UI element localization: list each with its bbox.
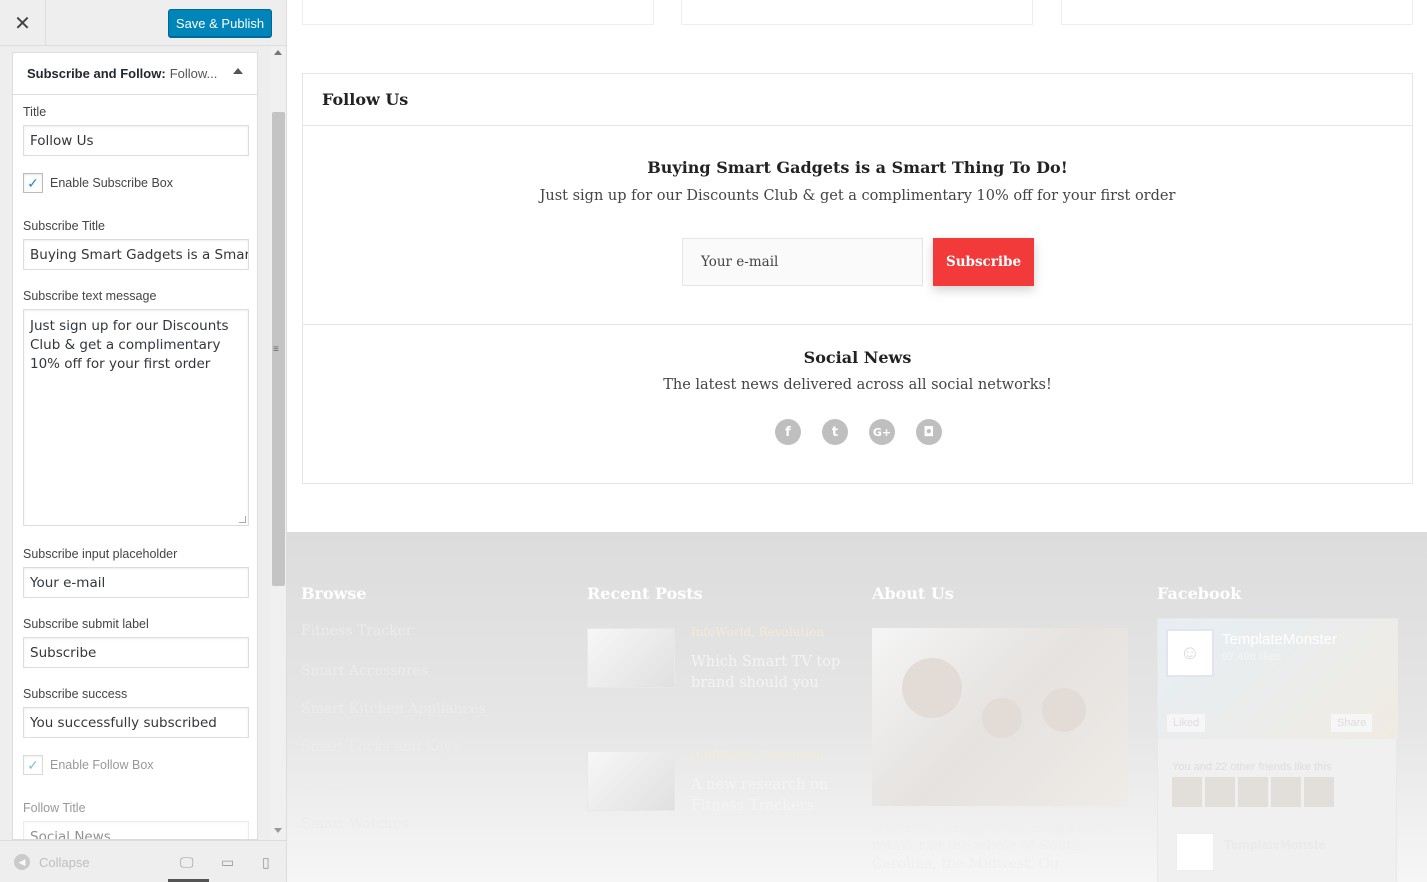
person-shape	[982, 698, 1022, 738]
top-card	[1061, 0, 1413, 25]
scroll-up-arrow-icon[interactable]	[274, 50, 282, 55]
about-us-image	[872, 628, 1128, 806]
collapse-arrow-icon: ◀	[14, 854, 30, 870]
post-thumbnail[interactable]	[587, 628, 675, 688]
friend-avatar[interactable]	[1238, 777, 1268, 807]
google-plus-icon[interactable]: G+	[869, 419, 895, 445]
top-card	[302, 0, 654, 25]
facebook-icon[interactable]: f	[775, 419, 801, 445]
friend-avatar[interactable]	[1205, 777, 1235, 807]
subscribe-text: Just sign up for our Discounts Club & ge…	[539, 188, 1176, 204]
submit-label-label: Subscribe submit label	[23, 617, 149, 631]
templatemonster-logo-icon[interactable]: ☺	[1166, 629, 1214, 677]
widget-title-bar[interactable]: Subscribe and Follow: Follow...	[13, 53, 257, 95]
customizer-header: ✕ Save & Publish	[0, 0, 286, 46]
top-card	[681, 0, 1033, 25]
post-category[interactable]: InfoWorld, Revolution	[691, 625, 824, 639]
title-input[interactable]: Follow Us	[23, 125, 249, 156]
subscribe-button[interactable]: Subscribe	[933, 238, 1034, 286]
enable-subscribe-label: Enable Subscribe Box	[50, 176, 173, 190]
about-us-heading: About Us	[872, 584, 954, 603]
facebook-widget: ☺ TemplateMonster 97,498 likes Liked Sha…	[1157, 618, 1398, 882]
site-footer: Browse Fitness Tracker Smart Accessores …	[287, 532, 1427, 882]
recent-posts-heading: Recent Posts	[587, 584, 703, 603]
facebook-page-name[interactable]: TemplateMonster	[1222, 631, 1337, 648]
save-publish-button[interactable]: Save & Publish	[168, 9, 272, 37]
person-shape	[902, 658, 962, 718]
enable-follow-checkbox[interactable]: ✓	[23, 755, 43, 775]
enable-subscribe-row[interactable]: ✓ Enable Subscribe Box	[23, 173, 173, 193]
subscribe-title: Buying Smart Gadgets is a Smart Thing To…	[647, 158, 1068, 177]
widget-panel: Subscribe and Follow: Follow... Title Fo…	[12, 52, 258, 840]
browse-link[interactable]: Smart Locks and Keys	[301, 739, 459, 755]
subscribe-text-textarea[interactable]: Just sign up for our Discounts Club & ge…	[23, 309, 249, 526]
post-title[interactable]: A new research on Fitness Trackers	[691, 775, 851, 817]
follow-title-label: Follow Title	[23, 801, 86, 815]
facebook-likes: 97,498 likes	[1222, 651, 1281, 663]
enable-follow-label: Enable Follow Box	[50, 758, 154, 772]
placeholder-input[interactable]: Your e-mail	[23, 567, 249, 598]
browse-link[interactable]: Smart Kitchen Appliances	[301, 701, 486, 717]
placeholder-label: Subscribe input placeholder	[23, 547, 178, 561]
checkmark-icon: ✓	[27, 174, 39, 191]
facebook-heading: Facebook	[1157, 584, 1242, 603]
scroll-down-arrow-icon[interactable]	[274, 828, 282, 833]
about-us-text: We are the biggest smart gadgets retaile…	[872, 820, 1112, 872]
success-label: Subscribe success	[23, 687, 128, 701]
divider	[303, 324, 1412, 325]
subscribe-text-value: Just sign up for our Discounts Club & ge…	[30, 318, 229, 372]
collapse-button[interactable]: ◀ Collapse	[14, 854, 90, 870]
twitter-icon[interactable]: t	[822, 419, 848, 445]
social-news-text: The latest news delivered across all soc…	[663, 377, 1052, 393]
collapse-caret-icon[interactable]	[233, 68, 243, 74]
facebook-page-name-2[interactable]: TemplateMonste	[1224, 837, 1326, 852]
post-title[interactable]: Which Smart TV top brand should you	[691, 652, 851, 694]
templatemonster-logo-icon[interactable]	[1176, 833, 1214, 871]
follow-us-heading: Follow Us	[303, 74, 1412, 126]
tablet-preview-icon[interactable]: ▭	[221, 854, 234, 871]
checkmark-icon: ✓	[27, 756, 39, 773]
browse-link[interactable]: Smart Accessores	[301, 663, 428, 679]
browse-link[interactable]: Fitness Tracker	[301, 623, 413, 639]
subscribe-text-label: Subscribe text message	[23, 289, 157, 303]
browse-heading: Browse	[301, 584, 367, 603]
email-input[interactable]: Your e-mail	[682, 238, 923, 286]
browse-link[interactable]: Smart Watches	[301, 816, 408, 832]
facebook-liked-button[interactable]: Liked	[1166, 713, 1207, 733]
collapse-label: Collapse	[39, 854, 90, 870]
success-input[interactable]: You successfully subscribed	[23, 707, 249, 738]
widget-subtitle: Follow...	[169, 66, 218, 81]
follow-us-widget: Follow Us Buying Smart Gadgets is a Smar…	[302, 73, 1413, 484]
mobile-preview-icon[interactable]: ▯	[262, 854, 270, 871]
sidebar-resize-handle-icon[interactable]: ≡	[273, 344, 279, 355]
friend-avatar[interactable]	[1172, 777, 1202, 807]
follow-title-input[interactable]: Social News	[23, 821, 249, 839]
instagram-icon[interactable]: ◘	[916, 419, 942, 445]
resize-grip-icon[interactable]	[239, 516, 246, 523]
facebook-share-button[interactable]: Share	[1330, 713, 1374, 733]
post-category[interactable]: InfoWorld, Revolution	[691, 748, 824, 762]
customizer-footer: ◀ Collapse 🖵 ▭ ▯	[0, 840, 286, 882]
post-thumbnail[interactable]	[587, 751, 675, 811]
close-icon: ✕	[14, 12, 31, 35]
subscribe-title-input[interactable]: Buying Smart Gadgets is a Smart	[23, 239, 249, 270]
widget-title: Subscribe and Follow:	[27, 66, 166, 81]
desktop-preview-icon[interactable]: 🖵	[180, 854, 194, 871]
title-label: Title	[23, 105, 47, 119]
friend-avatar[interactable]	[1271, 777, 1301, 807]
subscribe-title-label: Subscribe Title	[23, 219, 105, 233]
close-button[interactable]: ✕	[0, 0, 46, 46]
browse-link[interactable]: Smart TVs	[301, 778, 376, 794]
customizer-sidebar: ✕ Save & Publish Subscribe and Follow: F…	[0, 0, 287, 882]
enable-follow-row[interactable]: ✓ Enable Follow Box	[23, 755, 154, 775]
facebook-friends-text: You and 22 other friends like this	[1172, 761, 1332, 773]
person-shape	[1042, 688, 1086, 732]
enable-subscribe-checkbox[interactable]: ✓	[23, 173, 43, 193]
friend-avatar[interactable]	[1304, 777, 1334, 807]
site-preview: Follow Us Buying Smart Gadgets is a Smar…	[287, 0, 1427, 882]
submit-label-input[interactable]: Subscribe	[23, 637, 249, 668]
social-news-title: Social News	[803, 348, 912, 367]
